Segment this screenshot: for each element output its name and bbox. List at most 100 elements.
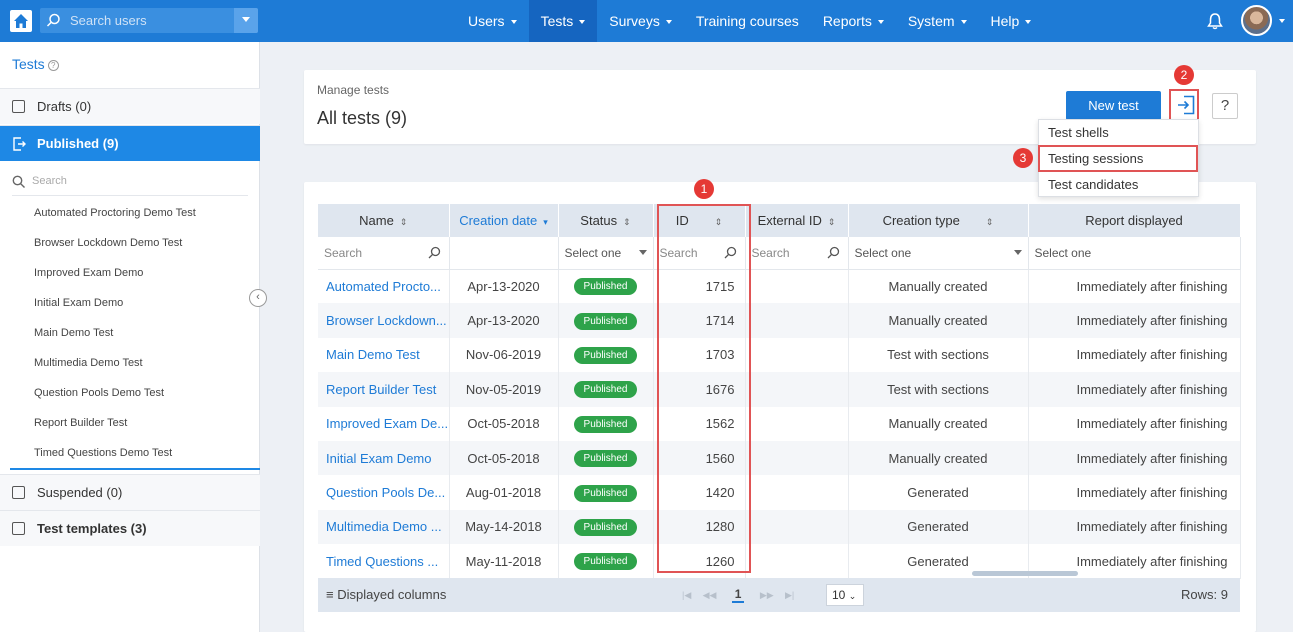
chevron-down-icon: ⌄ (848, 591, 857, 601)
sidebar-test-item[interactable]: Report Builder Test (0, 412, 260, 442)
sidebar-item-published[interactable]: Published (9) (0, 125, 260, 161)
report-displayed-cell: Immediately after finishing (1028, 406, 1241, 441)
status-badge: Published (573, 312, 638, 330)
search-icon (827, 246, 839, 259)
report-displayed-cell: Immediately after finishing (1028, 269, 1241, 304)
test-name-link[interactable]: Improved Exam De... (318, 406, 450, 441)
external-id-cell (745, 337, 849, 373)
status-cell: Published (558, 337, 654, 373)
breadcrumb[interactable]: Manage tests (317, 83, 389, 97)
test-name-link[interactable]: Browser Lockdown... (318, 303, 450, 338)
sidebar-search[interactable]: Search (12, 170, 248, 196)
filter-creation-type[interactable]: Select one (848, 237, 1029, 270)
table-row[interactable]: Report Builder Test Nov-05-2019 Published 1… (318, 372, 1241, 407)
test-name-link[interactable]: Multimedia Demo ... (318, 509, 450, 545)
user-search-box[interactable]: Search users (40, 8, 258, 33)
test-name-link[interactable]: Main Demo Test (318, 337, 450, 373)
user-search-input[interactable]: Search users (70, 13, 147, 28)
report-displayed-cell: Immediately after finishing (1028, 372, 1241, 407)
report-displayed-cell: Immediately after finishing (1028, 475, 1241, 510)
sidebar-item-drafts[interactable]: Drafts (0) (0, 88, 260, 124)
column-header-name[interactable]: Name ⇕ (318, 204, 450, 237)
menu-item-test-shells[interactable]: Test shells (1039, 120, 1198, 146)
test-name-link[interactable]: Timed Questions ... (318, 544, 450, 579)
creation-date-cell: Oct-05-2018 (449, 406, 559, 441)
next-page-icon[interactable]: ▶▶ (760, 590, 774, 600)
nav-surveys[interactable]: Surveys (597, 0, 684, 42)
filter-status[interactable]: Select one (558, 237, 654, 270)
sidebar-divider (10, 468, 260, 470)
home-button[interactable] (10, 10, 32, 32)
sidebar-test-item[interactable]: Multimedia Demo Test (0, 352, 260, 382)
table-row[interactable]: Multimedia Demo ... May-14-2018 Published 1… (318, 509, 1241, 545)
bell-icon[interactable] (1207, 12, 1223, 30)
status-cell: Published (558, 544, 654, 579)
filter-name[interactable]: Search (318, 237, 450, 270)
rows-per-page-select[interactable]: 10 ⌄ (826, 584, 864, 606)
step-marker-1: 1 (694, 179, 714, 199)
creation-type-cell: Test with sections (848, 337, 1029, 373)
last-page-icon[interactable]: ▶| (785, 590, 794, 600)
nav-tests[interactable]: Tests (528, 0, 598, 42)
test-name-link[interactable]: Initial Exam Demo (318, 440, 450, 476)
help-circle-icon[interactable]: ? (47, 59, 59, 71)
nav-users[interactable]: Users (456, 0, 529, 42)
displayed-columns-button[interactable]: ≡ Displayed columns (326, 587, 446, 602)
caret-down-icon (877, 20, 884, 25)
table-row[interactable]: Improved Exam De... Oct-05-2018 Published 1… (318, 406, 1241, 441)
sidebar-item-suspended[interactable]: Suspended (0) (0, 474, 260, 510)
avatar-caret-icon[interactable] (1279, 19, 1285, 23)
column-header-creation-type[interactable]: Creation type ⇕ (848, 204, 1029, 237)
sidebar-test-item[interactable]: Initial Exam Demo (0, 292, 260, 322)
publish-icon (13, 136, 26, 151)
horizontal-scrollbar[interactable] (972, 571, 1078, 576)
test-name-link[interactable]: Automated Procto... (318, 269, 450, 304)
collapse-sidebar-button[interactable]: ‹ (249, 289, 267, 307)
test-name-link[interactable]: Report Builder Test (318, 372, 450, 407)
first-page-icon[interactable]: |◀ (682, 590, 691, 600)
menu-item-test-candidates[interactable]: Test candidates (1039, 172, 1198, 198)
current-page[interactable]: 1 (731, 587, 745, 603)
status-cell: Published (558, 406, 654, 441)
top-navbar: Search users Users Tests Surveys Trainin… (0, 0, 1293, 42)
search-dropdown-toggle[interactable] (234, 8, 258, 33)
sidebar-test-item[interactable]: Automated Proctoring Demo Test (0, 202, 260, 232)
sidebar-test-item[interactable]: Browser Lockdown Demo Test (0, 232, 260, 262)
sidebar-item-templates[interactable]: Test templates (3) (0, 510, 260, 546)
table-row[interactable]: Main Demo Test Nov-06-2019 Published 1703 Te… (318, 337, 1241, 373)
creation-date-cell: May-11-2018 (449, 544, 559, 579)
chevron-down-icon (1013, 250, 1022, 255)
nav-help[interactable]: Help (979, 0, 1044, 42)
creation-type-cell: Generated (848, 475, 1029, 510)
creation-type-cell: Generated (848, 509, 1029, 545)
sidebar-test-list: Automated Proctoring Demo Test Browser L… (0, 202, 260, 472)
sidebar-search-input[interactable]: Search (32, 175, 67, 187)
table-row[interactable]: Browser Lockdown... Apr-13-2020 Published 1… (318, 303, 1241, 338)
sidebar-test-item[interactable]: Improved Exam Demo (0, 262, 260, 292)
new-test-button[interactable]: New test (1066, 91, 1161, 120)
table-row[interactable]: Automated Procto... Apr-13-2020 Published 1… (318, 269, 1241, 304)
nav-training-courses[interactable]: Training courses (684, 0, 811, 42)
column-header-status[interactable]: Status ⇕ (558, 204, 654, 237)
template-icon (12, 522, 25, 535)
help-button[interactable]: ? (1212, 93, 1238, 119)
test-name-link[interactable]: Question Pools De... (318, 475, 450, 510)
chevron-down-icon (638, 250, 647, 255)
table-row[interactable]: Initial Exam Demo Oct-05-2018 Published 156… (318, 440, 1241, 476)
table-row[interactable]: Question Pools De... Aug-01-2018 Published… (318, 475, 1241, 510)
column-header-creation-date[interactable]: Creation date ▾ (449, 204, 559, 237)
sidebar-test-item[interactable]: Question Pools Demo Test (0, 382, 260, 412)
external-id-cell (745, 509, 849, 545)
column-header-report-displayed[interactable]: Report displayed (1028, 204, 1241, 237)
avatar[interactable] (1241, 5, 1272, 36)
nav-reports[interactable]: Reports (811, 0, 896, 42)
table-row[interactable]: Timed Questions ... May-11-2018 Published 1… (318, 544, 1241, 579)
column-header-external-id[interactable]: External ID ⇕ (745, 204, 849, 237)
prev-page-icon[interactable]: ◀◀ (703, 590, 717, 600)
sidebar-test-item[interactable]: Main Demo Test (0, 322, 260, 352)
external-id-cell (745, 372, 849, 407)
pencil-icon (12, 100, 25, 113)
filter-report[interactable]: Select one (1028, 237, 1241, 270)
nav-system[interactable]: System (896, 0, 979, 42)
filter-external-id[interactable]: Search (745, 237, 849, 270)
